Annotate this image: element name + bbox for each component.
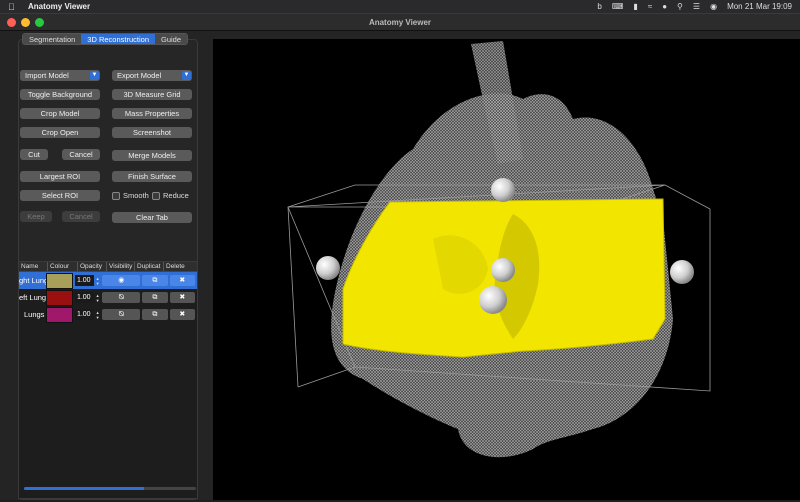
cancel-cut-button[interactable]: Cancel (62, 149, 100, 160)
lung-render[interactable] (213, 39, 800, 500)
control-handle-left[interactable] (316, 256, 340, 280)
clear-tab-button[interactable]: Clear Tab (112, 212, 192, 223)
tab-segmentation[interactable]: Segmentation (23, 34, 82, 44)
delete-icon[interactable]: ✖ (169, 309, 195, 320)
crop-model-button[interactable]: Crop Model (20, 108, 100, 119)
duplicate-icon[interactable]: ⧉ (142, 275, 168, 286)
model-table: Name Colour Opacity Visibility Duplicat … (18, 261, 198, 499)
search-icon[interactable]: ⚲ (677, 2, 683, 11)
titlebar: Anatomy Viewer (0, 14, 800, 31)
zoom-window-button[interactable] (35, 18, 44, 27)
table-row[interactable]: Lungs 1.00 ▲ ▼ ⦰ ⧉ ✖ (19, 306, 197, 323)
eye-slash-icon[interactable]: ⦰ (102, 309, 141, 320)
progress-fill (24, 487, 145, 490)
control-handle-center[interactable] (491, 258, 515, 282)
duplicate-icon[interactable]: ⧉ (142, 292, 168, 303)
screenshot-button[interactable]: Screenshot (112, 127, 192, 138)
col-name[interactable]: Name (19, 262, 48, 271)
progress-bar (24, 487, 196, 490)
opacity-stepper[interactable]: ▲ ▼ (94, 292, 102, 303)
finish-surface-button[interactable]: Finish Surface (112, 171, 192, 182)
control-handle-front[interactable] (479, 286, 507, 314)
row-name: Lungs (24, 310, 45, 319)
delete-icon[interactable]: ✖ (169, 292, 195, 303)
reduce-checkbox[interactable]: Reduce (152, 191, 189, 200)
wifi-icon[interactable]: ≈ (648, 2, 652, 11)
close-window-button[interactable] (7, 18, 16, 27)
col-visibility[interactable]: Visibility (107, 262, 135, 271)
tab-3d-reconstruction[interactable]: 3D Reconstruction (81, 34, 155, 44)
keyboard-icon[interactable]: ⌨ (612, 2, 624, 11)
window-controls (7, 18, 44, 27)
col-delete[interactable]: Delete (164, 262, 194, 271)
smooth-checkbox[interactable]: Smooth (112, 191, 149, 200)
col-colour[interactable]: Colour (48, 262, 78, 271)
merge-models-button[interactable]: Merge Models (112, 150, 192, 161)
select-roi-button[interactable]: Select ROI (20, 190, 100, 201)
opacity-stepper[interactable]: ▲ ▼ (94, 275, 102, 286)
measure-grid-button[interactable]: 3D Measure Grid (112, 89, 192, 100)
export-model-label: Export Model (117, 71, 162, 80)
menubar:  Anatomy Viewer b ⌨ ▮ ≈ ● ⚲ ☰ ◉ Mon 21 … (0, 0, 800, 13)
left-panel: Segmentation 3D Reconstruction Guide Imp… (6, 33, 204, 500)
apple-icon[interactable]:  (8, 2, 20, 12)
3d-viewport[interactable] (213, 39, 800, 500)
mass-properties-button[interactable]: Mass Properties (112, 108, 192, 119)
tab-bar: Segmentation 3D Reconstruction Guide (22, 33, 189, 45)
row-name: ght Lung (19, 276, 47, 285)
import-model-label: Import Model (25, 71, 69, 80)
colour-swatch[interactable] (46, 272, 73, 289)
opacity-stepper[interactable]: ▲ ▼ (94, 309, 102, 320)
table-header: Name Colour Opacity Visibility Duplicat … (19, 262, 197, 272)
opacity-field[interactable]: 1.00 (74, 275, 94, 286)
control-handle-top[interactable] (491, 178, 515, 202)
battery-icon[interactable]: ▮ (633, 2, 637, 11)
table-row[interactable]: ght Lung 1.00 ▲ ▼ ◉ ⧉ ✖ (19, 272, 197, 289)
colour-swatch[interactable] (46, 306, 73, 323)
keep-button[interactable]: Keep (20, 211, 52, 222)
row-name: eft Lung (19, 293, 47, 302)
cancel-keep-button[interactable]: Cancel (62, 211, 100, 222)
lock-icon[interactable]: ● (662, 2, 667, 11)
tab-guide[interactable]: Guide (155, 34, 188, 44)
minimize-window-button[interactable] (21, 18, 30, 27)
duplicate-icon[interactable]: ⧉ (142, 309, 168, 320)
eye-icon[interactable]: ◉ (102, 275, 141, 286)
export-model-select[interactable]: Export Model ▼ (112, 70, 192, 81)
menubar-app-name[interactable]: Anatomy Viewer (28, 2, 90, 11)
app-window: Anatomy Viewer Segmentation 3D Reconstru… (0, 13, 800, 500)
user-icon[interactable]: ◉ (710, 2, 717, 11)
smooth-label: Smooth (123, 191, 149, 200)
control-handle-right[interactable] (670, 260, 694, 284)
col-duplicate[interactable]: Duplicat (135, 262, 164, 271)
toggle-background-button[interactable]: Toggle Background (20, 89, 100, 100)
cut-button[interactable]: Cut (20, 149, 48, 160)
table-row[interactable]: eft Lung 1.00 ▲ ▼ ⦰ ⧉ ✖ (19, 289, 197, 306)
col-opacity[interactable]: Opacity (78, 262, 107, 271)
crop-box-edge (297, 366, 356, 388)
window-title: Anatomy Viewer (368, 17, 432, 27)
crop-box-edge (287, 206, 299, 388)
largest-roi-button[interactable]: Largest ROI (20, 171, 100, 182)
import-model-select[interactable]: Import Model ▼ (20, 70, 100, 81)
reduce-label: Reduce (163, 191, 189, 200)
chevron-down-icon: ▼ (182, 71, 191, 80)
eye-slash-icon[interactable]: ⦰ (102, 292, 141, 303)
opacity-field[interactable]: 1.00 (74, 292, 94, 303)
colour-swatch[interactable] (46, 289, 73, 306)
bing-icon[interactable]: b (597, 2, 601, 11)
checkbox-box (152, 191, 160, 200)
chevron-down-icon: ▼ (90, 71, 99, 80)
opacity-field[interactable]: 1.00 (74, 309, 94, 320)
control-center-icon[interactable]: ☰ (693, 2, 700, 11)
menubar-clock[interactable]: Mon 21 Mar 19:09 (727, 2, 792, 11)
checkbox-box (112, 191, 120, 200)
delete-icon[interactable]: ✖ (169, 275, 195, 286)
crop-open-button[interactable]: Crop Open (20, 127, 100, 138)
